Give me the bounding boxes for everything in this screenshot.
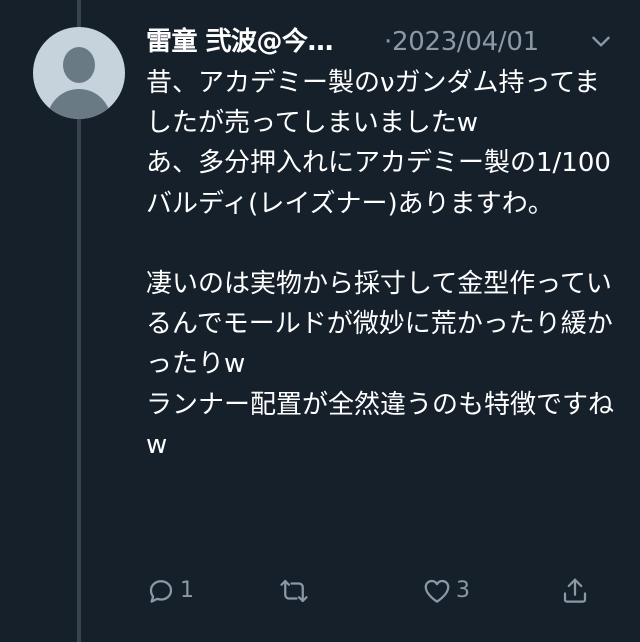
heart-icon: [424, 579, 450, 603]
display-name[interactable]: 雷童 弐波@今…: [146, 25, 361, 59]
like-count: 3: [456, 578, 470, 603]
share-icon: [563, 578, 587, 603]
tweet-header: 雷童 弐波@今… ·2023/04/01: [146, 24, 616, 64]
avatar-head: [63, 47, 95, 83]
reply-button[interactable]: 1: [146, 574, 194, 608]
reply-count: 1: [180, 578, 194, 603]
avatar-body: [47, 89, 111, 119]
like-button[interactable]: 3: [422, 574, 470, 608]
chevron-down-icon[interactable]: [588, 28, 614, 54]
tweet-text: 昔、アカデミー製のνガンダム持ってましたが売ってしまいましたw あ、多分押入れに…: [146, 68, 615, 460]
retweet-icon: [280, 579, 308, 603]
retweet-button[interactable]: [279, 574, 313, 608]
share-button[interactable]: [560, 574, 590, 608]
tweet-date[interactable]: ·2023/04/01: [384, 25, 539, 59]
action-bar: 1 3: [146, 574, 606, 608]
avatar[interactable]: [33, 27, 125, 119]
reply-icon: [149, 580, 173, 603]
